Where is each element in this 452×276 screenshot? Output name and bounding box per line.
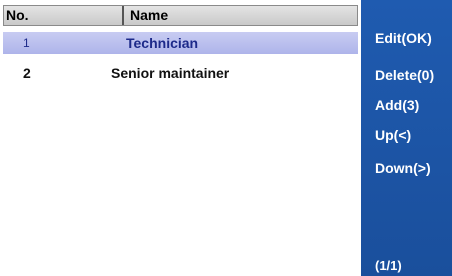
column-header-name: Name — [122, 6, 357, 25]
table-header: No. Name — [3, 5, 358, 26]
delete-button[interactable]: Delete(0) — [375, 67, 434, 83]
row-number: 2 — [23, 65, 31, 81]
up-button[interactable]: Up(<) — [375, 127, 411, 143]
row-name: Senior maintainer — [111, 65, 230, 81]
row-number: 1 — [23, 36, 30, 50]
edit-button[interactable]: Edit(OK) — [375, 30, 432, 46]
row-name: Technician — [126, 35, 199, 51]
page-indicator: (1/1) — [375, 258, 402, 273]
down-button[interactable]: Down(>) — [375, 160, 431, 176]
user-role-list-screen: No. Name 1 Technician 2 Senior maintaine… — [0, 0, 452, 276]
table-row-selected[interactable]: 1 Technician — [3, 32, 358, 54]
column-header-no: No. — [6, 7, 29, 23]
table-row[interactable]: 2 Senior maintainer — [3, 62, 358, 84]
action-sidebar: Edit(OK) Delete(0) Add(3) Up(<) Down(>) … — [361, 0, 452, 276]
add-button[interactable]: Add(3) — [375, 97, 419, 113]
role-table: No. Name 1 Technician 2 Senior maintaine… — [3, 5, 358, 276]
